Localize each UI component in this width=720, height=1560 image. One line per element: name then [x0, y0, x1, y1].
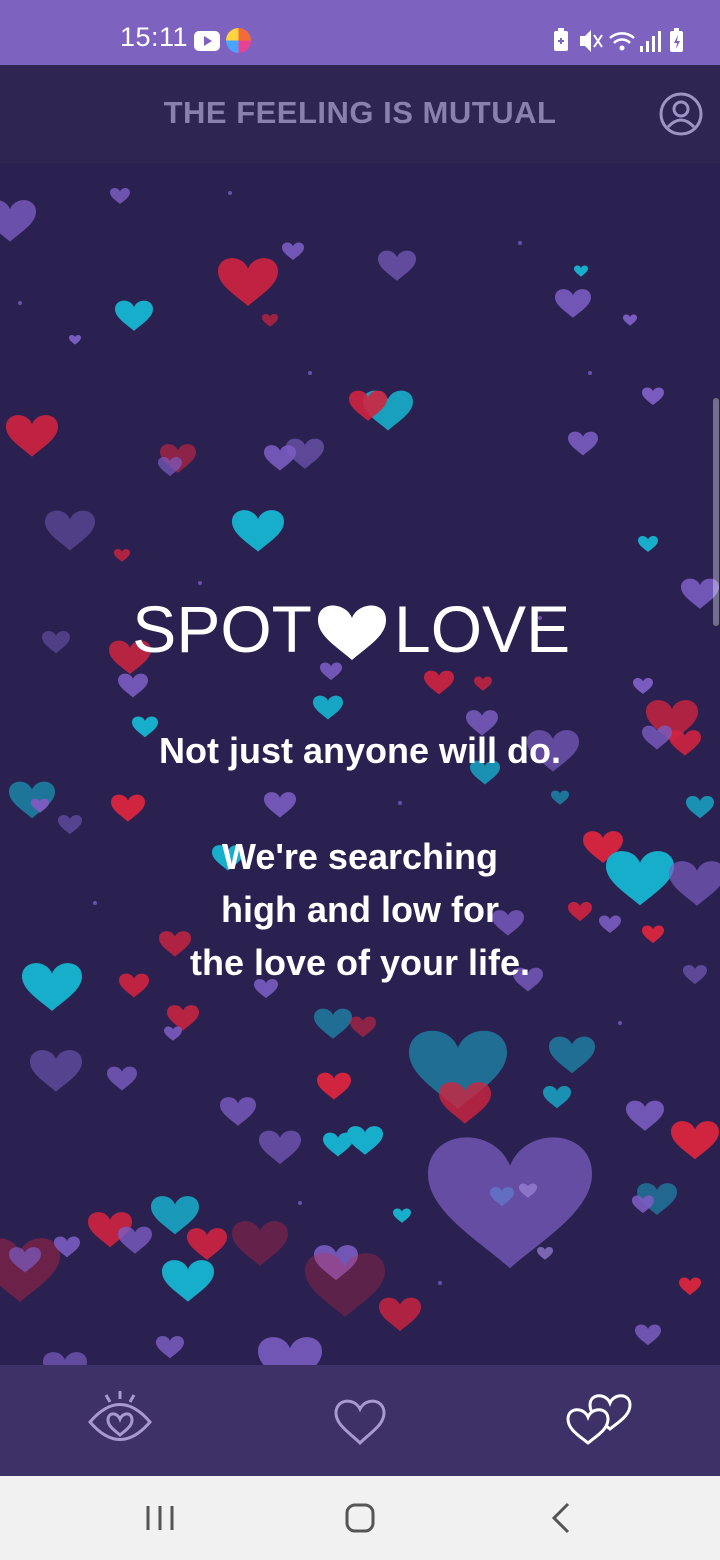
heart-shape	[0, 200, 37, 242]
mute-icon	[580, 30, 603, 52]
tagline-line-4: the love of your life.	[189, 942, 531, 983]
status-icons	[554, 28, 683, 52]
tagline: Not just anyone will do. We're searching…	[0, 724, 720, 989]
battery-saver-icon	[554, 28, 568, 51]
youtube-icon	[194, 31, 220, 51]
logo-heart-icon	[318, 605, 386, 660]
logo-text-spot: SPOT	[132, 592, 312, 662]
app-bar: THE FEELING IS MUTUAL	[0, 65, 720, 163]
back-icon[interactable]	[532, 1498, 592, 1538]
two-hearts-icon[interactable]	[560, 1387, 640, 1451]
logo-text-love: LOVE	[394, 592, 570, 662]
app-title: THE FEELING IS MUTUAL	[163, 95, 557, 130]
tagline-line-2: We're searching	[221, 836, 498, 877]
battery-charging-icon	[670, 28, 683, 52]
recents-icon[interactable]	[130, 1498, 190, 1538]
signal-icon	[640, 31, 661, 52]
app-icon	[226, 28, 251, 53]
home-icon[interactable]	[330, 1498, 390, 1538]
status-bar: 15:11	[0, 0, 720, 65]
tagline-line-1: Not just anyone will do.	[158, 730, 561, 771]
wifi-icon	[609, 32, 635, 51]
spotlove-logo: SPOT LOVE	[132, 592, 570, 662]
system-nav-bar	[0, 1476, 720, 1560]
status-time: 15:11	[120, 22, 189, 52]
eye-heart-icon[interactable]	[80, 1387, 160, 1451]
heart-icon[interactable]	[320, 1387, 400, 1451]
tagline-line-3: high and low for	[221, 889, 499, 930]
profile-icon[interactable]	[658, 91, 704, 137]
bottom-nav	[0, 1365, 720, 1476]
